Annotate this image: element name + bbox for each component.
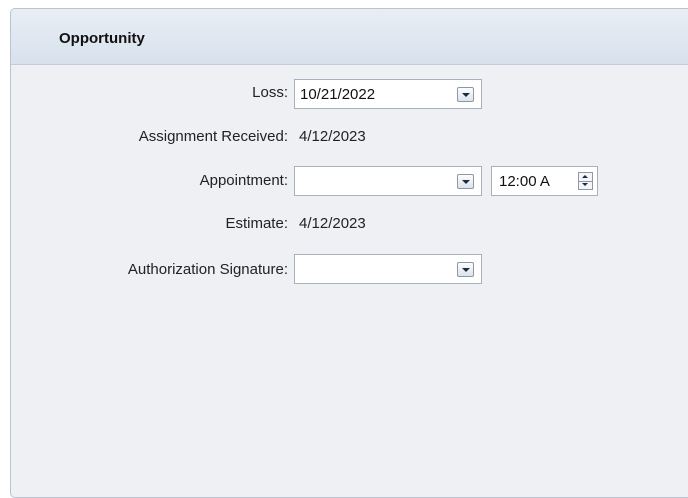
authorization-signature-label: Authorization Signature: (127, 261, 288, 278)
time-spinner (578, 172, 593, 190)
loss-date-value: 10/21/2022 (300, 86, 376, 103)
panel-title: Opportunity (59, 30, 145, 47)
panel-header: Opportunity (11, 9, 688, 65)
assignment-received-label: Assignment Received: (138, 128, 288, 145)
estimate-label: Estimate: (225, 215, 288, 232)
appointment-dropdown-arrow-icon[interactable] (457, 174, 474, 189)
loss-label: Loss: (252, 84, 288, 101)
loss-dropdown-arrow-icon[interactable] (457, 87, 474, 102)
appointment-label: Appointment: (199, 172, 288, 189)
appointment-date-dropdown[interactable] (294, 166, 482, 196)
authorization-signature-dropdown[interactable] (294, 254, 482, 284)
loss-date-dropdown[interactable]: 10/21/2022 (294, 79, 482, 109)
assignment-received-value: 4/12/2023 (299, 128, 366, 145)
estimate-value: 4/12/2023 (299, 215, 366, 232)
spin-down-icon[interactable] (579, 181, 592, 189)
authorization-dropdown-arrow-icon[interactable] (457, 262, 474, 277)
appointment-time-value: 12:00 A (499, 173, 550, 190)
appointment-time-field[interactable]: 12:00 A (491, 166, 598, 196)
